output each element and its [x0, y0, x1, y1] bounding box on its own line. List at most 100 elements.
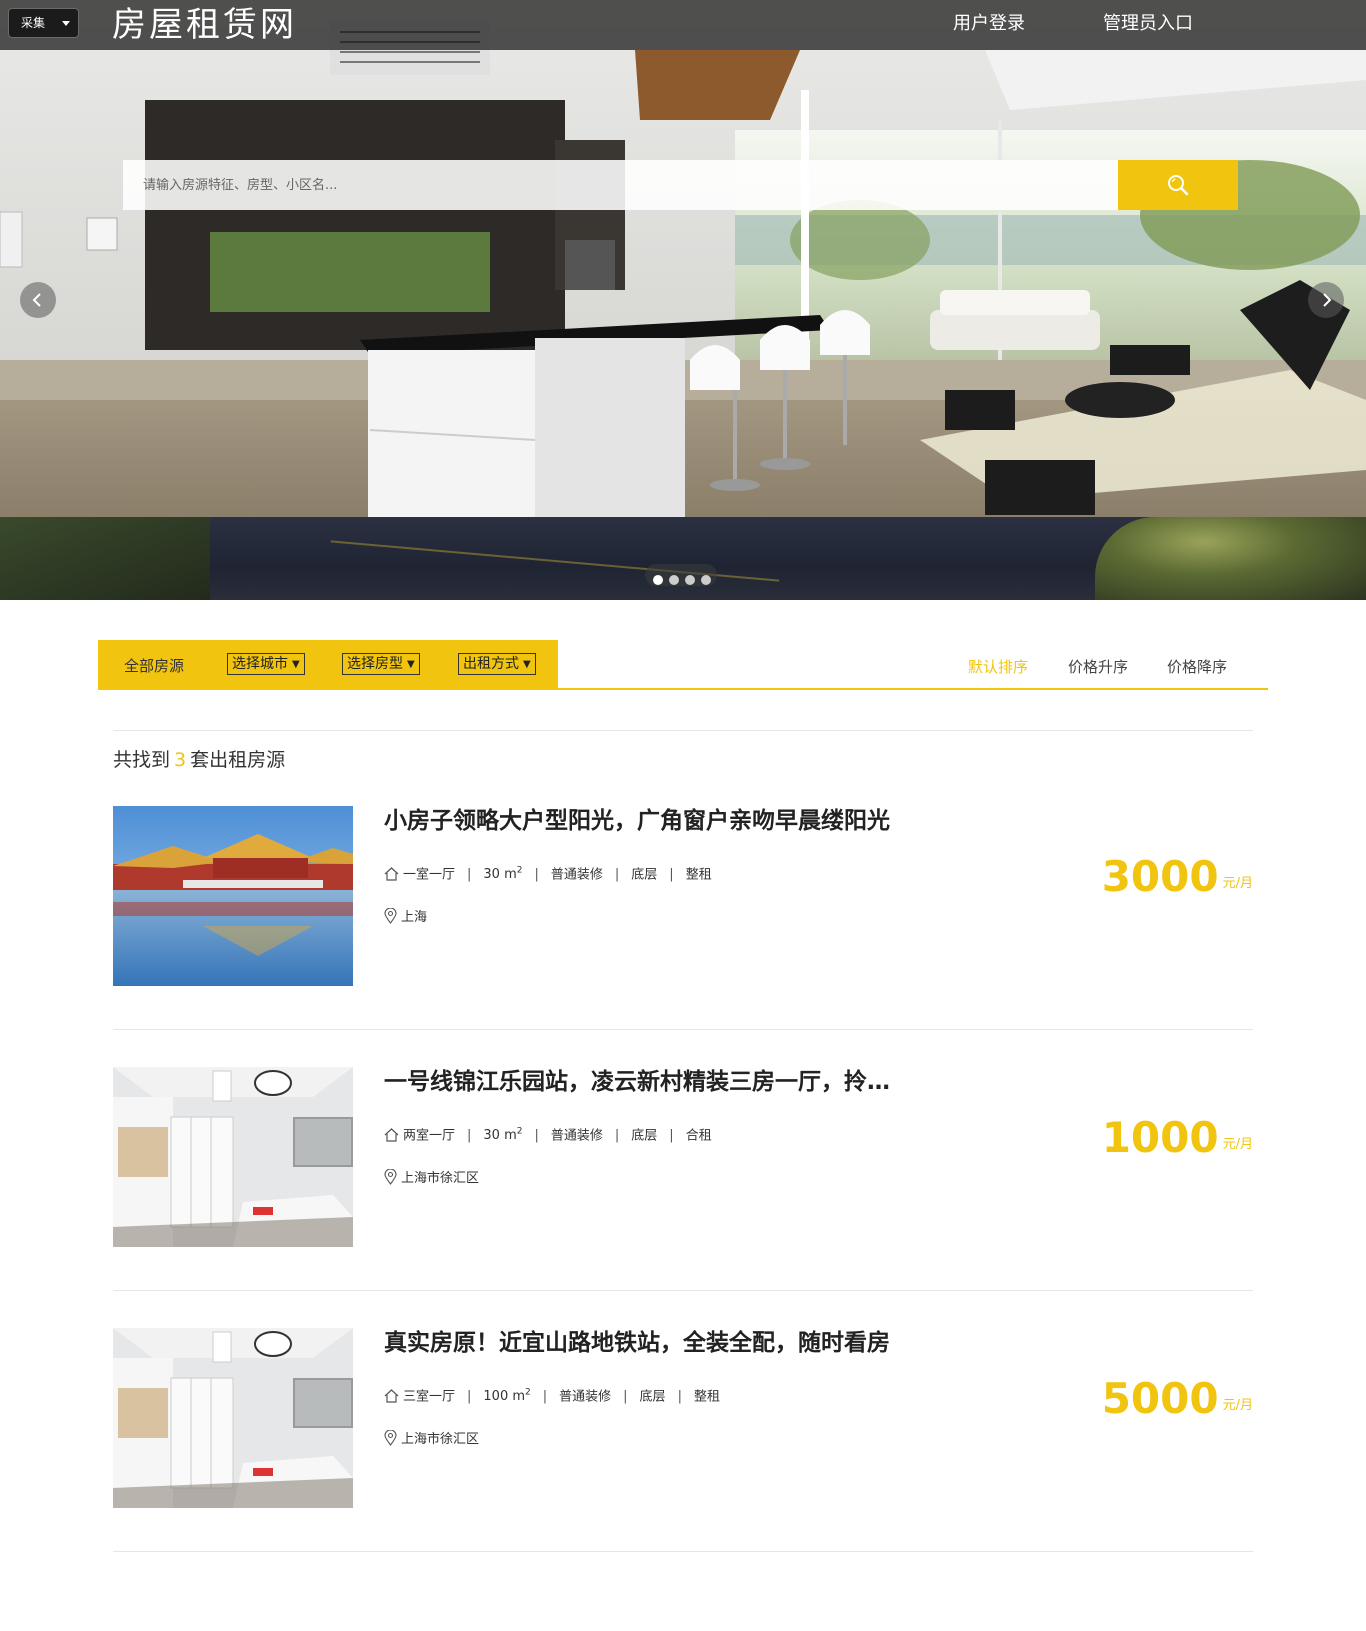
listing-attributes: 两室一厅 | 30 m2 | 普通装修 | 底层 | 合租	[384, 1123, 712, 1145]
house-icon	[384, 867, 399, 881]
listing-divider	[113, 1290, 1253, 1291]
city-select[interactable]: 选择城市 ▼	[227, 653, 305, 675]
chevron-down-icon: ▼	[407, 659, 415, 670]
search-icon	[1168, 175, 1189, 196]
carousel-dot[interactable]	[701, 575, 711, 585]
listing-floor: 底层	[631, 1128, 658, 1144]
chevron-left-icon	[32, 293, 41, 307]
listing-decoration: 普通装修	[550, 867, 603, 883]
listing-divider	[113, 1551, 1253, 1552]
listing-floor: 底层	[631, 867, 658, 883]
listing-layout: 一室一厅	[403, 867, 456, 883]
carousel-dot[interactable]	[653, 575, 663, 585]
top-navbar: 采集 房屋租赁网 用户登录 管理员入口	[0, 0, 1366, 50]
user-login-link[interactable]: 用户登录	[953, 12, 1025, 36]
chevron-down-icon: ▼	[292, 659, 300, 670]
listing-layout: 三室一厅	[403, 1389, 456, 1405]
caret-down-icon	[62, 21, 70, 26]
price-unit: 元/月	[1222, 1398, 1253, 1413]
listing-area-sup: 2	[525, 1388, 531, 1398]
carousel-dot[interactable]	[685, 575, 695, 585]
sort-price-asc-link[interactable]: 价格升序	[1068, 656, 1128, 677]
location-pin-icon	[384, 1430, 397, 1446]
separator: |	[623, 1389, 628, 1405]
location-pin-icon	[384, 1169, 397, 1185]
listing-image	[113, 1067, 353, 1247]
listing-card[interactable]: 真实房原！近宜山路地铁站，全装全配，随时看房 三室一厅 | 100 m2 | 普通装修 | 底…	[113, 1328, 1253, 1588]
listing-price: 1000 元/月	[1102, 1113, 1253, 1162]
collect-dropdown-button[interactable]: 采集	[8, 8, 79, 38]
listing-rent-type: 整租	[685, 867, 712, 883]
listing-area-value: 100 m	[483, 1389, 526, 1405]
listing-rent-type: 整租	[693, 1389, 720, 1405]
listing-decoration: 普通装修	[559, 1389, 612, 1405]
price-unit: 元/月	[1222, 876, 1253, 891]
separator: |	[669, 867, 674, 883]
carousel-prev-button[interactable]	[20, 282, 56, 318]
separator: |	[534, 867, 539, 883]
listing-rent-type: 合租	[685, 1128, 712, 1144]
site-title[interactable]: 房屋租赁网	[112, 4, 297, 46]
listing-title[interactable]: 真实房原！近宜山路地铁站，全装全配，随时看房	[384, 1328, 904, 1358]
collect-label: 采集	[21, 16, 46, 30]
listing-floor: 底层	[639, 1389, 666, 1405]
sort-default-link[interactable]: 默认排序	[968, 656, 1028, 677]
search-input[interactable]	[123, 160, 1119, 210]
separator: |	[669, 1128, 674, 1144]
listing-location-text: 上海市徐汇区	[401, 1171, 480, 1186]
listing-title[interactable]: 一号线锦江乐园站，凌云新村精装三房一厅，拎包入住	[384, 1067, 904, 1097]
price-amount: 5000	[1101, 1374, 1219, 1423]
listing-location-text: 上海市徐汇区	[401, 1432, 480, 1447]
room-type-select[interactable]: 选择房型 ▼	[342, 653, 420, 675]
hero-carousel: 采集 房屋租赁网 用户登录 管理员入口	[0, 0, 1366, 600]
listing-card[interactable]: 小房子领略大户型阳光，广角窗户亲吻早晨缕阳光 一室一厅 | 30 m2 | 普通装修 | 底层…	[113, 806, 1253, 1066]
divider	[113, 730, 1253, 731]
listing-photo[interactable]	[113, 806, 353, 986]
price-amount: 3000	[1101, 852, 1219, 901]
search-button[interactable]	[1118, 160, 1238, 210]
price-unit: 元/月	[1222, 1137, 1253, 1152]
admin-entry-link[interactable]: 管理员入口	[1103, 12, 1193, 36]
listing-location: 上海市徐汇区	[384, 1169, 479, 1188]
listing-attributes: 一室一厅 | 30 m2 | 普通装修 | 底层 | 整租	[384, 862, 712, 884]
listing-location: 上海市徐汇区	[384, 1430, 479, 1449]
filter-group: 全部房源 选择城市 ▼ 选择房型 ▼ 出租方式 ▼	[98, 640, 558, 689]
listing-photo[interactable]	[113, 1067, 353, 1247]
listing-area: 30 m2	[483, 866, 523, 882]
rent-type-select[interactable]: 出租方式 ▼	[458, 653, 536, 675]
city-select-label: 选择城市	[232, 656, 288, 672]
listing-area: 100 m2	[483, 1388, 531, 1405]
listing-price: 3000 元/月	[1102, 852, 1253, 901]
result-number: 3	[174, 749, 187, 771]
listing-area-sup: 2	[516, 866, 523, 876]
listing-location: 上海	[384, 908, 427, 927]
separator: |	[467, 1128, 472, 1144]
listing-area-value: 30 m	[483, 1128, 517, 1144]
carousel-indicators	[645, 564, 717, 586]
chevron-down-icon: ▼	[523, 659, 531, 670]
house-icon	[384, 1389, 399, 1403]
listing-area-sup: 2	[516, 1127, 523, 1137]
location-pin-icon	[384, 908, 397, 924]
rent-type-select-label: 出租方式	[463, 656, 519, 672]
room-type-select-label: 选择房型	[347, 656, 403, 672]
result-count: 共找到 3 套出租房源	[113, 745, 285, 772]
listing-photo[interactable]	[113, 1328, 353, 1508]
listing-card[interactable]: 一号线锦江乐园站，凌云新村精装三房一厅，拎包入住 两室一厅 | 30 m2 | 普通装修 |…	[113, 1067, 1253, 1327]
hero-hedge-right	[1095, 517, 1366, 600]
carousel-dot[interactable]	[669, 575, 679, 585]
listing-area: 30 m2	[483, 1127, 523, 1144]
sort-price-desc-link[interactable]: 价格降序	[1167, 656, 1227, 677]
result-prefix: 共找到	[113, 749, 171, 771]
listing-attributes: 三室一厅 | 100 m2 | 普通装修 | 底层 | 整租	[384, 1384, 720, 1406]
all-listings-filter[interactable]: 全部房源	[124, 655, 184, 676]
listing-title[interactable]: 小房子领略大户型阳光，广角窗户亲吻早晨缕阳光	[384, 806, 904, 836]
listing-location-text: 上海	[401, 910, 428, 925]
filter-bar: 全部房源 选择城市 ▼ 选择房型 ▼ 出租方式 ▼ 默认排序 价格升序 价格降序	[98, 640, 1268, 690]
carousel-next-button[interactable]	[1308, 282, 1344, 318]
chevron-right-icon	[1323, 293, 1332, 307]
listing-price: 5000 元/月	[1102, 1374, 1253, 1423]
house-icon	[384, 1128, 399, 1142]
listing-decoration: 普通装修	[550, 1128, 603, 1144]
hero-grass-left	[0, 517, 210, 600]
